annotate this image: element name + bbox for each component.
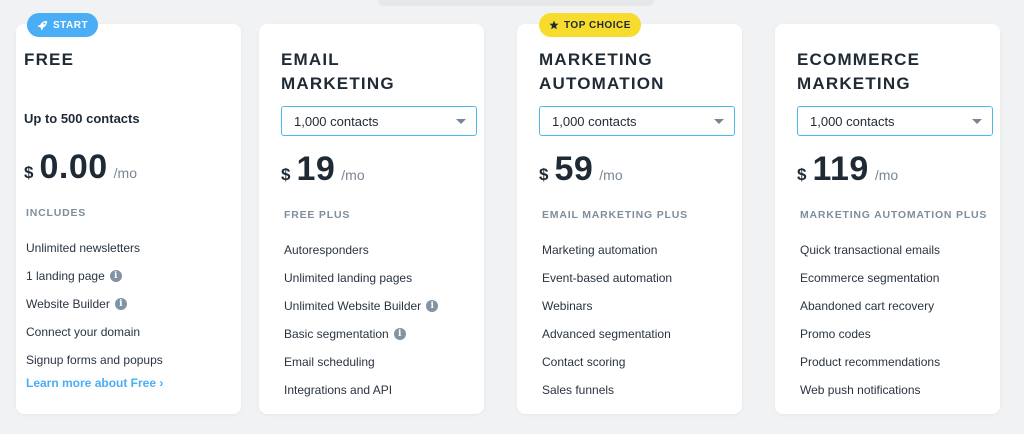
feature-item: Quick transactional emails <box>800 243 941 257</box>
plan-title: EMAIL MARKETING <box>281 50 395 93</box>
feature-item: Webinars <box>542 299 593 313</box>
price-period: /mo <box>113 165 137 181</box>
contacts-select[interactable]: 1,000 contacts <box>797 106 993 136</box>
feature-item: Website Builder i <box>26 290 163 318</box>
contacts-select-value: 1,000 contacts <box>552 113 637 129</box>
feature-item: Unlimited newsletters <box>26 241 141 255</box>
plan-price: $ 119 /mo <box>797 150 898 189</box>
contacts-select-value: 1,000 contacts <box>294 113 379 129</box>
star-icon <box>549 20 559 30</box>
price-amount: 59 <box>554 150 594 188</box>
feature-item: Abandoned cart recovery <box>800 299 935 313</box>
plan-card-ecommerce-marketing: ECOMMERCE MARKETING 1,000 contacts $ 119 … <box>775 24 1000 414</box>
plan-price: $ 0.00 /mo <box>24 148 137 187</box>
features-heading: INCLUDES <box>26 207 87 219</box>
info-icon[interactable]: i <box>114 298 127 310</box>
feature-item: Autoresponders <box>284 243 369 257</box>
feature-item: 1 landing page i <box>26 262 163 290</box>
plan-price: $ 59 /mo <box>539 150 623 189</box>
feature-item: Event-based automation <box>542 271 673 285</box>
contacts-limit: Up to 500 contacts <box>24 111 140 126</box>
feature-item: Web push notifications <box>800 383 921 397</box>
start-badge: START <box>27 13 99 37</box>
currency-symbol: $ <box>539 165 549 184</box>
learn-more-link[interactable]: Learn more about Free › <box>26 376 163 390</box>
features-heading: MARKETING AUTOMATION PLUS <box>800 209 988 221</box>
plan-price: $ 19 /mo <box>281 150 365 189</box>
feature-item: Signup forms and popups <box>26 353 163 367</box>
top-tab-bar <box>378 0 654 6</box>
feature-list: Autoresponders Unlimited landing pages U… <box>284 236 439 404</box>
currency-symbol: $ <box>281 165 291 184</box>
chevron-down-icon <box>972 119 982 124</box>
price-amount: 119 <box>812 150 869 188</box>
feature-list: Unlimited newsletters 1 landing page i We… <box>26 234 163 374</box>
price-period: /mo <box>599 167 623 183</box>
plan-card-marketing-automation: TOP CHOICE MARKETING AUTOMATION 1,000 con… <box>517 13 742 414</box>
rocket-icon <box>37 20 48 30</box>
feature-item: Unlimited Website Builder i <box>284 292 439 320</box>
top-choice-badge: TOP CHOICE <box>539 13 641 37</box>
contacts-select-value: 1,000 contacts <box>810 113 895 129</box>
plan-card-email-marketing: EMAIL MARKETING 1,000 contacts $ 19 /mo F… <box>259 24 484 414</box>
feature-list: Marketing automation Event-based automat… <box>542 236 672 404</box>
currency-symbol: $ <box>797 165 807 184</box>
price-period: /mo <box>874 167 899 183</box>
badge-label: START <box>53 19 89 31</box>
badge-label: TOP CHOICE <box>564 19 631 31</box>
feature-item: Connect your domain <box>26 325 141 339</box>
feature-item: Integrations and API <box>284 383 393 397</box>
feature-item: Promo codes <box>800 327 871 341</box>
plan-title: ECOMMERCE MARKETING <box>797 50 921 93</box>
plan-card-free: START FREE Up to 500 contacts $ 0.00 /mo… <box>16 13 241 414</box>
features-heading: FREE PLUS <box>284 209 351 221</box>
feature-item: Contact scoring <box>542 355 626 369</box>
chevron-down-icon <box>714 119 724 124</box>
info-icon[interactable]: i <box>426 300 439 312</box>
chevron-down-icon <box>456 119 466 124</box>
contacts-select[interactable]: 1,000 contacts <box>281 106 477 136</box>
plan-title: FREE <box>24 50 75 69</box>
price-amount: 19 <box>296 150 336 188</box>
features-heading: EMAIL MARKETING PLUS <box>542 209 688 221</box>
info-icon[interactable]: i <box>109 270 122 282</box>
info-icon[interactable]: i <box>393 328 406 340</box>
feature-item: Sales funnels <box>542 383 615 397</box>
contacts-select[interactable]: 1,000 contacts <box>539 106 735 136</box>
feature-item: Basic segmentation i <box>284 320 438 348</box>
feature-item: Advanced segmentation <box>542 327 671 341</box>
feature-item: Ecommerce segmentation <box>800 271 940 285</box>
feature-item: Product recommendations <box>800 355 941 369</box>
price-period: /mo <box>341 167 365 183</box>
plan-title: MARKETING AUTOMATION <box>539 50 665 93</box>
currency-symbol: $ <box>24 163 34 182</box>
feature-item: Unlimited landing pages <box>284 271 413 285</box>
feature-item: Email scheduling <box>284 355 375 369</box>
feature-item: Marketing automation <box>542 243 658 257</box>
price-amount: 0.00 <box>39 148 108 186</box>
feature-list: Quick transactional emails Ecommerce seg… <box>800 236 940 404</box>
